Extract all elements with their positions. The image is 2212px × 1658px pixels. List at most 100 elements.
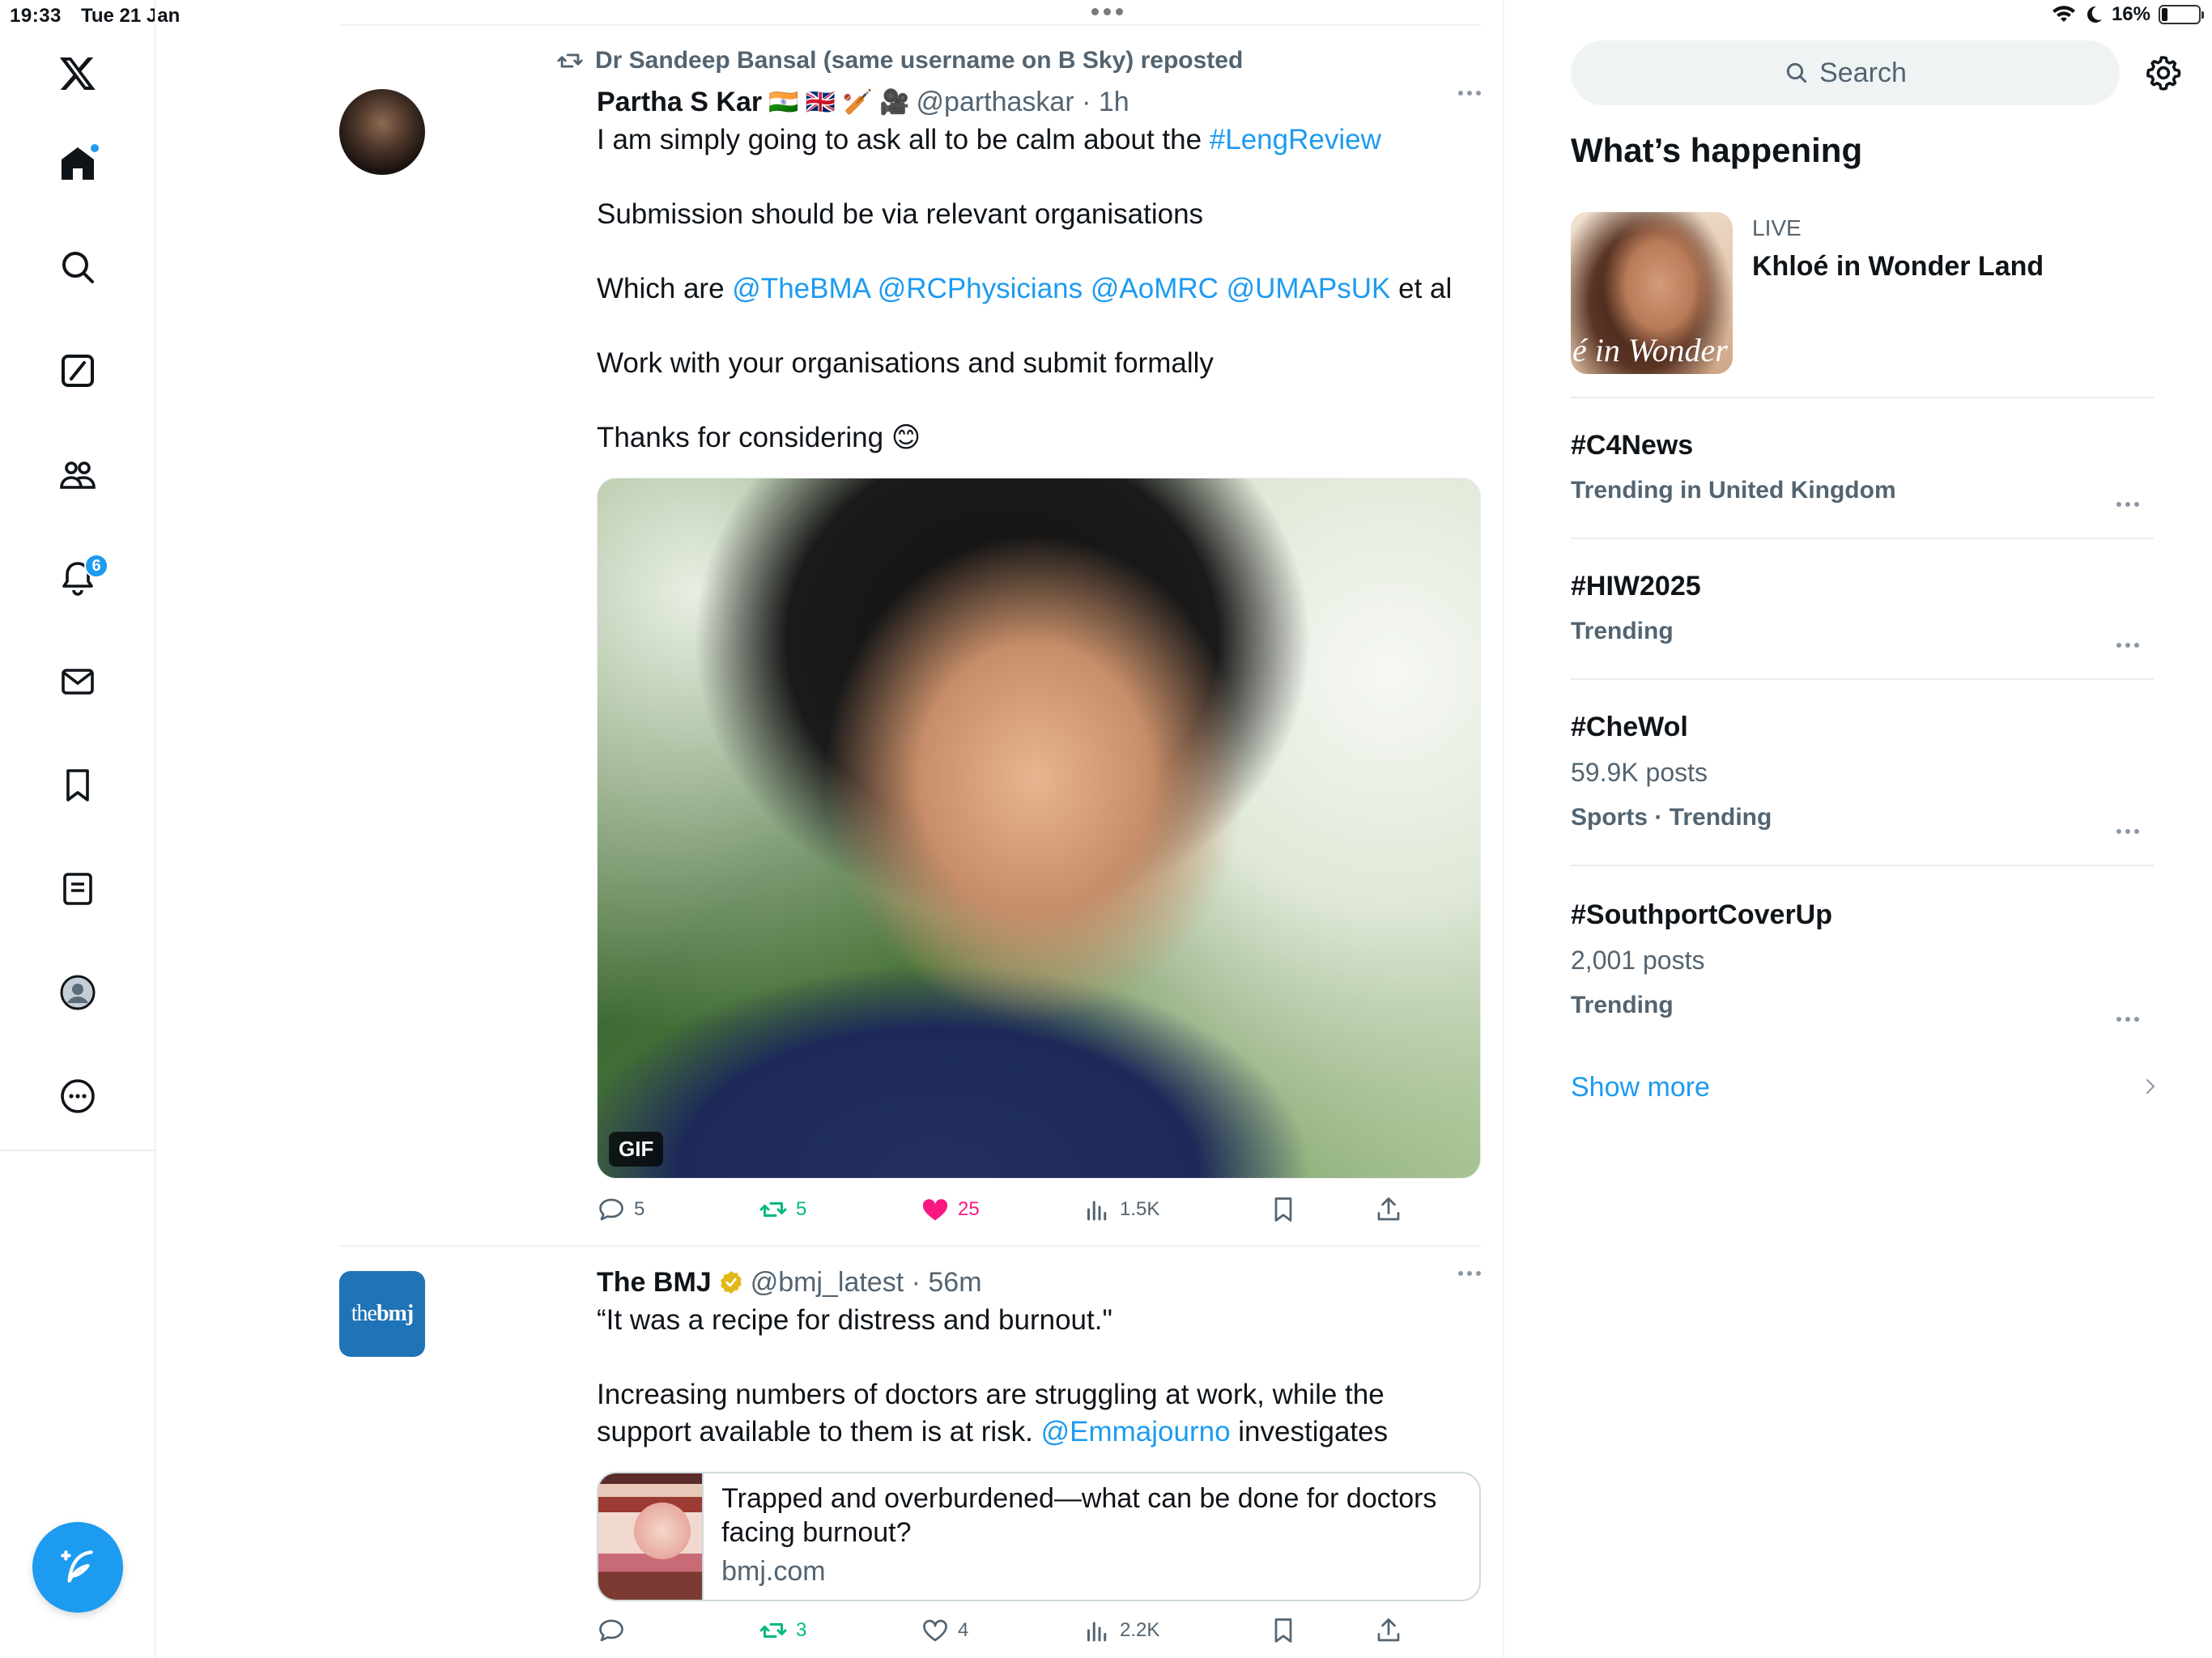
- search-input[interactable]: Search: [1571, 40, 2120, 105]
- repost-count: 5: [796, 1198, 807, 1220]
- trend-context: Trending: [1571, 992, 1674, 1018]
- author-handle-time[interactable]: @bmj_latest · 56m: [751, 1267, 982, 1299]
- author-name[interactable]: Partha S Kar: [597, 87, 762, 118]
- trend-item[interactable]: #CheWol 59.9K posts Sports · Trending: [1571, 709, 2154, 852]
- trend-item[interactable]: #SouthportCoverUp 2,001 posts Trending: [1571, 897, 2154, 1039]
- avatar[interactable]: the bmj: [339, 1271, 425, 1357]
- reply-button[interactable]: [597, 1616, 634, 1645]
- trend-divider: [1571, 538, 2154, 539]
- nav-bookmarks[interactable]: [53, 761, 102, 810]
- list-icon: [63, 873, 92, 905]
- tweet-actions: 3 4 2.2K: [597, 1616, 1455, 1652]
- more-options-icon[interactable]: [2116, 1017, 2139, 1022]
- thumbnail-text: é in Wonder L: [1572, 332, 1733, 368]
- gif-label: GIF: [609, 1132, 664, 1167]
- nav-more[interactable]: [53, 1072, 102, 1120]
- text-line: I am simply going to ask all to be calm …: [597, 124, 1210, 155]
- bookmark-button[interactable]: [1269, 1616, 1298, 1645]
- trend-context: Trending in United Kingdom: [1571, 477, 1896, 504]
- bmj-logo-light: the: [351, 1301, 377, 1326]
- card-info: Trapped and overburdened—what can be don…: [704, 1473, 1479, 1600]
- like-count: 4: [958, 1619, 969, 1641]
- tweet-bmj[interactable]: the bmj The BMJ @bmj_latest · 56m “It was…: [339, 1265, 1481, 1658]
- hashtag-link[interactable]: #LengReview: [1210, 124, 1381, 155]
- text-line: Which are: [597, 273, 733, 304]
- repost-button[interactable]: 5: [759, 1195, 806, 1224]
- nav-communities[interactable]: [53, 450, 102, 499]
- like-count: 25: [958, 1198, 980, 1220]
- compose-post-button[interactable]: [32, 1522, 123, 1613]
- like-button[interactable]: 25: [921, 1195, 980, 1224]
- nav-explore[interactable]: [53, 243, 102, 291]
- search-icon: [62, 252, 94, 283]
- author-name[interactable]: The BMJ: [597, 1267, 712, 1299]
- avatar[interactable]: [339, 89, 425, 175]
- trend-context: Trending: [1571, 618, 1674, 644]
- tweet-text: “It was a recipe for distress and burnou…: [597, 1302, 1481, 1451]
- envelope-icon: [62, 669, 94, 695]
- live-event[interactable]: é in Wonder L LIVE Khloé in Wonder Land: [1571, 212, 2154, 374]
- tweet-body: Partha S Kar 🇮🇳 🇬🇧 🏏 🎥 @parthaskar · 1h …: [597, 84, 1481, 457]
- nav-notifications[interactable]: 6: [53, 554, 108, 602]
- like-button[interactable]: 4: [921, 1616, 968, 1645]
- left-nav: 6: [0, 0, 156, 1658]
- mention-links[interactable]: @TheBMA @RCPhysicians @AoMRC @UMAPsUK: [732, 273, 1390, 304]
- gif-media[interactable]: GIF: [597, 478, 1481, 1179]
- card-title: Trapped and overburdened—what can be don…: [721, 1483, 1437, 1548]
- bookmark-button[interactable]: [1269, 1195, 1298, 1224]
- views-button[interactable]: 2.2K: [1083, 1616, 1159, 1645]
- repost-icon: [759, 1623, 787, 1638]
- live-title: Khloé in Wonder Land: [1752, 251, 2044, 282]
- author-emoji-flags: 🇮🇳 🇬🇧 🏏 🎥: [768, 88, 910, 116]
- grok-icon: [62, 355, 94, 387]
- trend-posts: 59.9K posts: [1571, 758, 1708, 787]
- mention-link[interactable]: @Emmajourno: [1041, 1416, 1231, 1448]
- repost-count: 3: [796, 1619, 807, 1641]
- repost-context[interactable]: Dr Sandeep Bansal (same username on B Sk…: [556, 47, 1243, 74]
- link-card[interactable]: Trapped and overburdened—what can be don…: [597, 1472, 1481, 1601]
- repost-icon: [557, 53, 583, 68]
- nav-messages[interactable]: [53, 657, 102, 706]
- views-button[interactable]: 1.5K: [1083, 1195, 1159, 1224]
- timeline: Dr Sandeep Bansal (same username on B Sk…: [156, 0, 1504, 1658]
- tweet-partha[interactable]: Dr Sandeep Bansal (same username on B Sk…: [339, 47, 1481, 1245]
- more-options-icon[interactable]: [2116, 502, 2139, 507]
- verified-gold-badge-icon: [720, 1271, 742, 1294]
- show-more-link[interactable]: Show more: [1571, 1072, 1710, 1103]
- profile-avatar-icon: [60, 975, 96, 1010]
- views-count: 1.5K: [1120, 1198, 1160, 1220]
- nav-home[interactable]: [53, 139, 102, 188]
- more-options-icon[interactable]: [1458, 91, 1481, 96]
- nav-divider: [0, 1150, 156, 1151]
- text-line: Thanks for considering 😊: [597, 422, 921, 453]
- nav-lists[interactable]: [53, 865, 102, 913]
- reply-button[interactable]: 5: [597, 1195, 644, 1224]
- search-icon: [1786, 62, 1807, 83]
- nav-grok[interactable]: [53, 346, 102, 395]
- trend-tag: #SouthportCoverUp: [1571, 899, 1832, 930]
- share-button[interactable]: [1374, 1616, 1403, 1645]
- bookmark-icon: [1274, 1197, 1292, 1222]
- x-logo-icon[interactable]: [53, 49, 102, 97]
- share-button[interactable]: [1374, 1195, 1403, 1224]
- communities-icon: [60, 461, 96, 489]
- author-handle-time[interactable]: @parthaskar · 1h: [917, 87, 1129, 118]
- reply-count: 5: [634, 1198, 645, 1220]
- more-options-icon[interactable]: [2116, 829, 2139, 834]
- tweet-body: The BMJ @bmj_latest · 56m “It was a reci…: [597, 1265, 1481, 1451]
- repost-button[interactable]: 3: [759, 1616, 806, 1645]
- more-options-icon[interactable]: [1458, 1271, 1481, 1276]
- section-title: What’s happening: [1571, 131, 1863, 169]
- text-line: et al: [1390, 273, 1453, 304]
- chevron-right-icon[interactable]: [2141, 1077, 2160, 1096]
- trend-item[interactable]: #HIW2025 Trending: [1571, 568, 2154, 665]
- nav-profile[interactable]: [53, 968, 102, 1017]
- card-thumbnail: [598, 1473, 704, 1600]
- more-options-icon[interactable]: [2116, 643, 2139, 648]
- trend-context: Sports · Trending: [1571, 804, 1772, 831]
- gear-icon[interactable]: [2144, 53, 2183, 92]
- trend-item[interactable]: #C4News Trending in United Kingdom: [1571, 427, 2154, 525]
- text-line: Submission should be via relevant organi…: [597, 198, 1204, 230]
- bookmark-icon: [66, 769, 89, 801]
- views-count: 2.2K: [1120, 1619, 1160, 1641]
